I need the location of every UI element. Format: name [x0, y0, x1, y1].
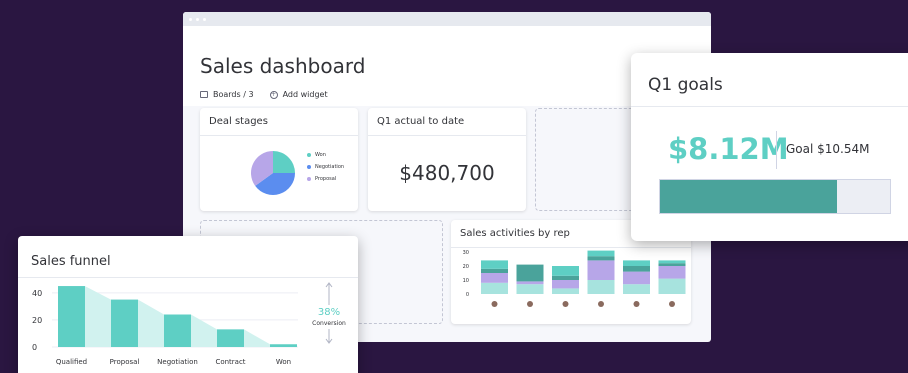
window-dot-icon	[189, 17, 192, 21]
x-tick-label: Proposal	[110, 358, 140, 366]
bar-segment	[658, 263, 686, 266]
pie-slice-won	[273, 151, 295, 173]
board-icon	[200, 91, 208, 98]
legend-swatch	[307, 153, 311, 157]
pie-legend: Won Negotiation Proposal	[307, 149, 344, 185]
rep-avatar-icon	[491, 301, 498, 307]
sales-funnel-chart: 40 20 0 Qualified Proposal Negotiation Contrac…	[32, 282, 346, 366]
legend-swatch	[307, 177, 311, 181]
conversion-label: Conversion	[312, 320, 346, 327]
funnel-bar-won	[270, 344, 297, 347]
rep-avatar-icon	[598, 301, 604, 307]
add-widget-button[interactable]: + Add widget	[269, 90, 328, 99]
bar-segment	[623, 260, 650, 266]
bar-segment	[623, 266, 650, 272]
window-dot-icon	[196, 17, 199, 21]
widget-title: Q1 actual to date	[368, 108, 526, 136]
boards-label: Boards / 3	[213, 90, 254, 99]
toolbar: Boards / 3 + Add widget	[200, 90, 328, 99]
plus-icon: +	[269, 90, 278, 99]
y-tick-label: 30	[463, 250, 469, 256]
legend-item: Proposal	[307, 173, 344, 185]
sales-funnel-card[interactable]: Sales funnel 40 20 0 Qualified Proposal Negot…	[18, 236, 358, 373]
q1-goals-card[interactable]: Q1 goals $8.12M Goal $10.54M	[631, 53, 908, 241]
legend-item: Won	[307, 149, 344, 161]
card-title: Q1 goals	[631, 53, 908, 107]
bar-segment	[552, 280, 579, 289]
rep-avatar-icon	[562, 301, 569, 307]
bar-segment	[552, 275, 579, 280]
widget-title: Deal stages	[200, 108, 358, 136]
legend-label: Negotiation	[315, 164, 345, 170]
conversion-value: 38%	[318, 307, 340, 318]
bar-segment	[516, 281, 544, 285]
bar-segment	[658, 266, 686, 279]
goal-progress-fill	[660, 180, 838, 213]
goal-progress-bar	[659, 179, 891, 214]
y-tick-label: 0	[466, 292, 469, 298]
bar-segment	[516, 284, 544, 294]
boards-button[interactable]: Boards / 3	[200, 90, 254, 99]
window-titlebar	[183, 12, 711, 26]
funnel-bar-contract	[217, 329, 244, 347]
deal-stages-widget[interactable]: Deal stages Won Negotiation Proposal	[200, 108, 358, 211]
legend-label: Proposal	[315, 176, 337, 182]
add-widget-label: Add widget	[282, 90, 328, 99]
bar-segment	[552, 288, 579, 294]
bar-segment	[587, 250, 615, 257]
card-title: Sales funnel	[18, 236, 358, 278]
funnel-bar-qualified	[58, 286, 85, 347]
bar-segment	[481, 260, 508, 269]
rep-avatar-icon	[527, 301, 533, 307]
legend-item: Negotiation	[307, 161, 344, 173]
legend-label: Won	[315, 152, 326, 158]
bar-segment	[481, 268, 508, 273]
funnel-bar-proposal	[111, 299, 138, 347]
x-tick-label: Won	[276, 358, 291, 366]
q1-goal-label: Goal $10.54M	[786, 142, 870, 156]
y-tick-label: 0	[32, 343, 37, 352]
window-dot-icon	[203, 17, 206, 21]
x-tick-label: Qualified	[56, 358, 87, 366]
q1-actual-value: $480,700	[399, 161, 495, 185]
sales-activities-chart: 30 20 10 0	[463, 250, 686, 307]
bar-segment	[481, 273, 508, 283]
q1-goals-amount: $8.12M	[668, 132, 789, 166]
bar-segment	[587, 260, 615, 280]
bar-segment	[516, 264, 544, 282]
bar-segment	[587, 256, 615, 261]
y-tick-label: 10	[463, 278, 469, 284]
rep-avatar-icon	[669, 301, 675, 307]
bar-segment	[623, 284, 650, 294]
x-tick-label: Negotiation	[157, 358, 198, 366]
bar-segment	[552, 266, 579, 276]
bar-segment	[481, 282, 508, 294]
y-tick-label: 20	[32, 316, 42, 325]
y-tick-label: 20	[463, 264, 469, 270]
x-tick-label: Contract	[215, 358, 245, 366]
y-tick-label: 40	[32, 289, 42, 298]
q1-actual-widget[interactable]: Q1 actual to date $480,700	[368, 108, 526, 211]
bar-segment	[587, 280, 615, 294]
page-title: Sales dashboard	[200, 54, 366, 78]
divider	[776, 131, 777, 169]
rep-avatar-icon	[633, 301, 640, 307]
bar-segment	[658, 260, 686, 264]
funnel-bar-negotiation	[164, 314, 191, 347]
legend-swatch	[307, 165, 311, 169]
bar-segment	[623, 271, 650, 285]
bar-segment	[658, 278, 686, 294]
